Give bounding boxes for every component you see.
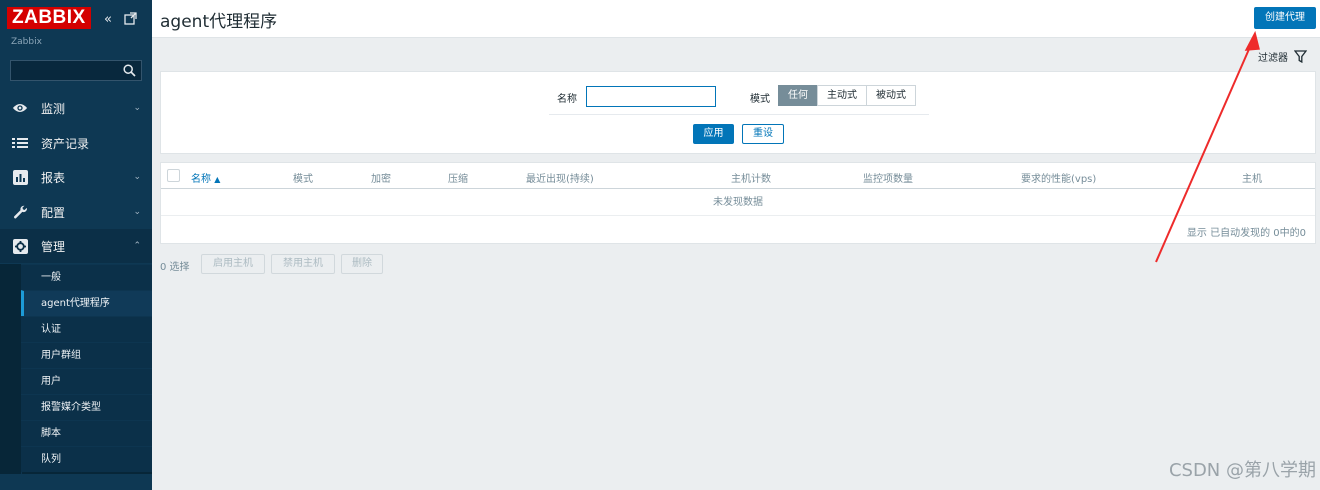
column-mode-header: 模式 [293, 174, 313, 185]
disable-hosts-button[interactable]: 禁用主机 [271, 254, 335, 274]
column-last-seen-header: 最近出现(持续) [526, 174, 594, 185]
column-host-count-header: 主机计数 [731, 174, 771, 185]
submenu-item-general[interactable]: 一般 [21, 264, 152, 290]
column-hosts-header: 主机 [1242, 174, 1262, 185]
collapse-sidebar-icon[interactable]: « [104, 12, 112, 27]
menu-item-monitoring[interactable]: 监测 ⌄ [0, 91, 152, 125]
column-item-count-header: 监控项数量 [863, 174, 913, 185]
chevron-down-icon: ⌄ [133, 207, 141, 217]
proxies-table: 名称 ▲ 模式 加密 压缩 最近出现(持续) 主机计数 监控项数量 要求的性能(… [160, 162, 1316, 244]
no-data-row: 未发现数据 [161, 190, 1315, 216]
enable-hosts-button[interactable]: 启用主机 [201, 254, 265, 274]
menu-label: 报表 [41, 170, 66, 185]
menu-item-reports[interactable]: 报表 ⌄ [0, 160, 152, 194]
submenu-item-authentication[interactable]: 认证 [21, 316, 152, 342]
apply-button[interactable]: 应用 [693, 124, 734, 144]
search-icon[interactable] [123, 64, 136, 77]
submenu-item-user-groups[interactable]: 用户群组 [21, 342, 152, 368]
server-name: Zabbix [11, 37, 42, 47]
submenu-item-proxies[interactable]: agent代理程序 [21, 290, 152, 316]
column-encryption-header: 加密 [371, 174, 391, 185]
menu-label: 配置 [41, 205, 66, 220]
chart-icon [12, 169, 28, 185]
mode-option-any[interactable]: 任何 [778, 85, 818, 106]
menu-label: 资产记录 [41, 136, 90, 151]
page-header: agent代理程序 创建代理 [152, 0, 1320, 38]
column-name-header[interactable]: 名称 ▲ [191, 170, 220, 185]
name-filter-label: 名称 [557, 94, 577, 105]
mode-option-active[interactable]: 主动式 [817, 85, 867, 106]
gear-icon [12, 238, 28, 254]
column-required-performance-header: 要求的性能(vps) [1021, 174, 1097, 185]
mode-segmented-control: 任何 主动式 被动式 [778, 85, 916, 106]
submenu-item-users[interactable]: 用户 [21, 368, 152, 394]
list-icon [12, 135, 28, 151]
zabbix-logo[interactable]: ZABBIX [7, 7, 91, 29]
delete-button[interactable]: 删除 [341, 254, 383, 274]
page-title: agent代理程序 [160, 12, 278, 32]
chevron-down-icon: ⌄ [133, 172, 141, 182]
filter-tab-label: 过滤器 [1258, 53, 1288, 64]
logo-row: ZABBIX [7, 6, 91, 30]
menu-label: 监测 [41, 101, 66, 116]
submenu-item-media-types[interactable]: 报警媒介类型 [21, 394, 152, 420]
sort-asc-icon: ▲ [214, 175, 221, 184]
menu-label: 管理 [41, 239, 66, 254]
menu-item-inventory[interactable]: 资产记录 [0, 126, 152, 160]
submenu-item-queue[interactable]: 队列 [21, 446, 152, 472]
filter-icon [1293, 50, 1308, 64]
selected-count: 0 选择 [160, 262, 190, 273]
table-header: 名称 ▲ 模式 加密 压缩 最近出现(持续) 主机计数 监控项数量 要求的性能(… [161, 163, 1315, 189]
submenu-item-scripts[interactable]: 脚本 [21, 420, 152, 446]
chevron-up-icon: ⌃ [133, 241, 141, 251]
menu-item-configuration[interactable]: 配置 ⌄ [0, 195, 152, 229]
administration-submenu: 一般 agent代理程序 认证 用户群组 用户 报警媒介类型 脚本 队列 [0, 264, 152, 474]
sidebar-search-input[interactable] [10, 60, 142, 81]
wrench-icon [12, 204, 28, 220]
sidebar: ZABBIX « Zabbix 监测 ⌄ 资产记录 报表 ⌄ 配置 ⌄ 管理 ⌃… [0, 0, 152, 490]
eye-icon [12, 100, 28, 116]
watermark: CSDN @第八学期 [1168, 460, 1316, 481]
chevron-down-icon: ⌄ [133, 103, 141, 113]
name-filter-input[interactable] [586, 86, 716, 107]
menu-item-administration[interactable]: 管理 ⌃ [0, 229, 152, 263]
filter-panel: 名称 模式 任何 主动式 被动式 应用 重设 [160, 71, 1316, 154]
table-stats: 显示 已自动发现的 0中的0 [1186, 228, 1306, 239]
create-proxy-button[interactable]: 创建代理 [1254, 7, 1316, 29]
select-all-checkbox[interactable] [167, 169, 180, 182]
kiosk-mode-icon[interactable] [124, 12, 137, 29]
column-compression-header: 压缩 [448, 174, 468, 185]
filter-tab[interactable]: 过滤器 [1258, 49, 1308, 64]
filter-divider [549, 114, 929, 115]
reset-button[interactable]: 重设 [742, 124, 784, 144]
mode-option-passive[interactable]: 被动式 [866, 85, 916, 106]
mode-filter-label: 模式 [750, 94, 770, 105]
